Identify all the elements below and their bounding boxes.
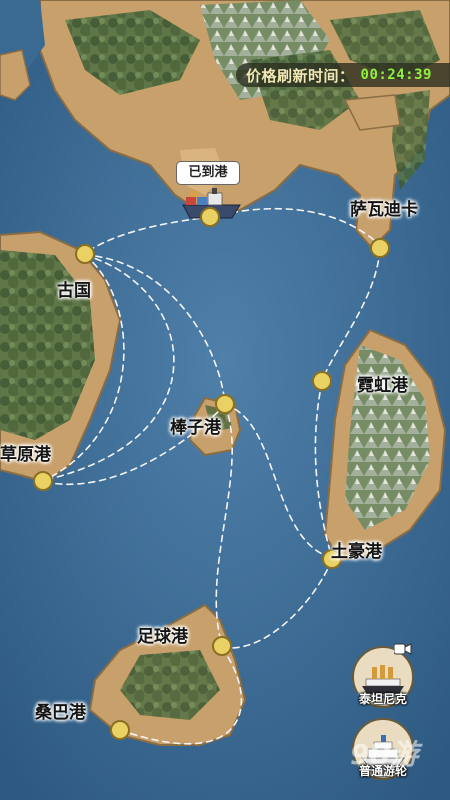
game-screen: 价格刷新时间： 00:24:39 已到港 萨瓦迪卡 古国 霓虹港 棒子港 草原港… [0, 0, 450, 800]
timer-value: 00:24:39 [360, 67, 432, 83]
port-label-zuqiu[interactable]: 足球港 [137, 622, 188, 647]
video-camera-icon[interactable] [393, 641, 412, 655]
port-dot-guguo[interactable] [75, 244, 95, 264]
ship-label-titanic: 泰坦尼克 [358, 692, 407, 706]
port-label-nihong[interactable]: 霓虹港 [357, 371, 408, 396]
port-label-sawadika[interactable]: 萨瓦迪卡 [350, 195, 418, 220]
port-dot-bangzi[interactable] [215, 394, 235, 414]
port-dot-sawadika[interactable] [370, 238, 390, 258]
port-label-bangzi[interactable]: 棒子港 [170, 413, 221, 438]
port-dot-nihong[interactable] [312, 371, 332, 391]
port-dot-caoyuan[interactable] [33, 471, 53, 491]
port-label-guguo[interactable]: 古国 [57, 276, 91, 301]
arrived-status-tag: 已到港 [176, 161, 240, 185]
port-dot-sangba[interactable] [110, 720, 130, 740]
port-dot-zuqiu[interactable] [212, 636, 232, 656]
port-dot-home-harbor[interactable] [200, 207, 220, 227]
port-label-caoyuan[interactable]: 草原港 [0, 440, 51, 465]
price-refresh-timer: 价格刷新时间： 00:24:39 [236, 63, 450, 87]
timer-label: 价格刷新时间： [246, 66, 355, 85]
port-label-sangba[interactable]: 桑巴港 [35, 698, 86, 723]
port-label-tuhao[interactable]: 土豪港 [331, 537, 382, 562]
watermark-logo: 9U游 [350, 738, 418, 771]
